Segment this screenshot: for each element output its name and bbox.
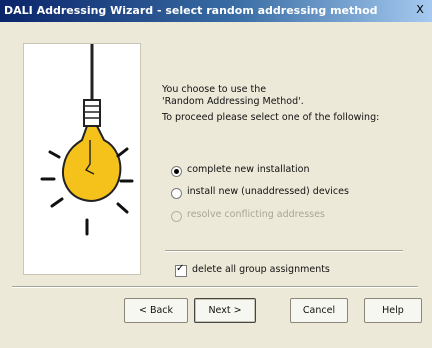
instruction-text: To proceed please select one of the foll… — [162, 112, 380, 123]
intro-line2: 'Random Addressing Method'. — [162, 96, 304, 107]
option-label-complete-new-installation[interactable]: complete new installation — [187, 164, 310, 175]
light-bulb-illustration — [23, 43, 141, 275]
option-label-resolve-conflicting-addresses: resolve conflicting addresses — [187, 209, 325, 220]
back-button[interactable]: < Back — [124, 298, 188, 323]
close-button[interactable]: X — [413, 3, 427, 17]
light-bulb-icon — [40, 44, 134, 236]
delete-group-assignments-checkbox[interactable] — [175, 263, 187, 277]
radio-install-new-devices[interactable] — [171, 188, 182, 199]
help-button[interactable]: Help — [364, 298, 422, 323]
wizard-window: DALI Addressing Wizard - select random a… — [0, 0, 432, 348]
title-bar[interactable]: DALI Addressing Wizard - select random a… — [0, 0, 432, 22]
options-separator-highlight — [165, 251, 403, 252]
window-title: DALI Addressing Wizard - select random a… — [4, 4, 378, 17]
radio-complete-new-installation[interactable] — [171, 166, 182, 177]
option-label-install-new-devices[interactable]: install new (unaddressed) devices — [187, 186, 349, 197]
footer-separator-highlight — [12, 287, 418, 288]
intro-line1: You choose to use the — [162, 84, 267, 95]
radio-resolve-conflicting-addresses — [171, 211, 182, 222]
cancel-button[interactable]: Cancel — [290, 298, 348, 323]
delete-group-assignments-label[interactable]: delete all group assignments — [192, 264, 330, 275]
next-button[interactable]: Next > — [194, 298, 256, 323]
